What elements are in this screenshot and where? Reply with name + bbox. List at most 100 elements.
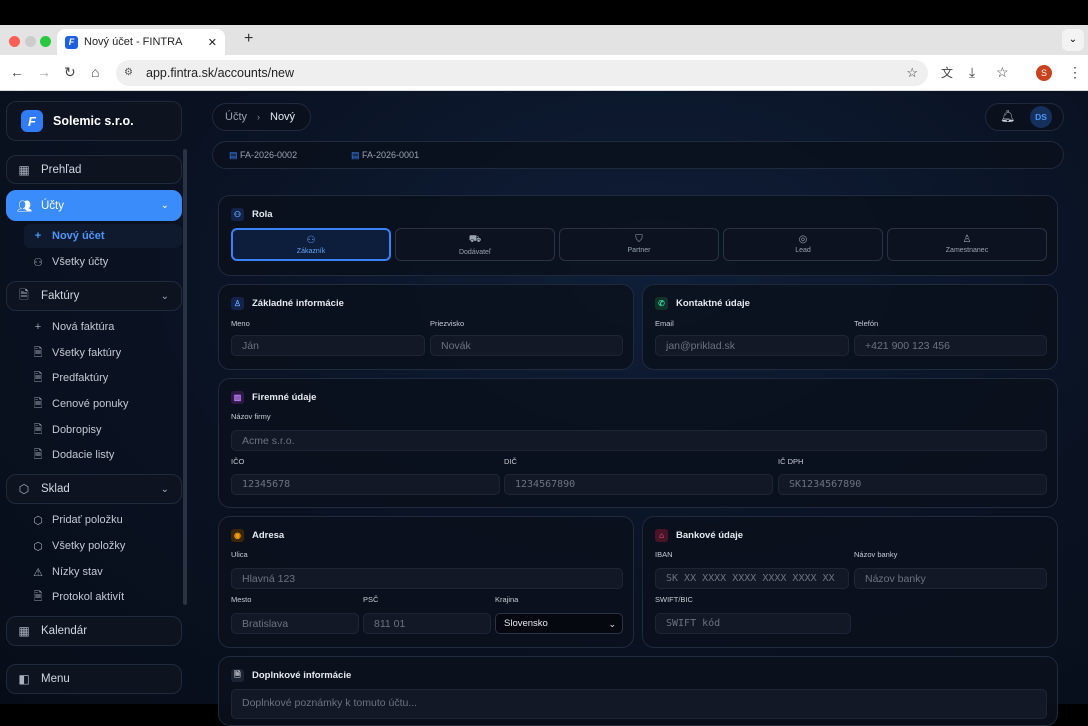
browser-tab[interactable]: F Nový účet - FINTRA ✕	[57, 29, 225, 55]
download-icon[interactable]: ⤓	[969, 64, 975, 81]
sidebar-item-accounts[interactable]: 👥︎Účty⌄	[6, 190, 182, 221]
bookmark-star-icon[interactable]: ☆	[906, 60, 918, 86]
sidebar-subitem-all-items[interactable]: ⬡Všetky položky	[24, 534, 182, 558]
recent-doc-tab[interactable]: ▤ FA-2026-0002	[229, 150, 297, 161]
breadcrumb-current: Nový	[270, 111, 295, 123]
role-label: Zákazník	[297, 248, 325, 255]
subitem-label: Všetky účty	[52, 256, 108, 268]
bank-title: ⌂Bankové údaje	[655, 529, 743, 542]
role-option-lead[interactable]: ◎Lead	[723, 228, 883, 261]
country-select[interactable]: Slovensko⌄	[495, 613, 623, 634]
last-name-input[interactable]: Novák	[430, 335, 623, 356]
user-avatar[interactable]: DS	[1030, 106, 1052, 128]
user-plus-icon: +	[32, 230, 44, 242]
city-input[interactable]: Bratislava	[231, 613, 359, 634]
header-actions: 🔔︎ DS	[985, 103, 1064, 131]
email-label: Email	[655, 319, 674, 328]
basic-info-title: ♙Základné informácie	[231, 297, 344, 310]
clipboard-icon: 🗎	[32, 588, 44, 607]
sidebar-menu-toggle[interactable]: ◧Menu	[6, 664, 182, 694]
back-icon[interactable]: ←	[10, 64, 24, 80]
profile-avatar[interactable]: S	[1036, 65, 1052, 81]
icdph-input[interactable]: SK1234567890	[778, 474, 1047, 495]
role-option-supplier[interactable]: ⛟Dodávateľ	[395, 228, 555, 261]
sidebar-subitem-quotes[interactable]: 🗎Cenové ponuky	[24, 392, 182, 416]
sidebar-item-stock[interactable]: ⬡Sklad⌄	[6, 474, 182, 504]
breadcrumb-accounts[interactable]: Účty	[225, 111, 247, 123]
package-plus-icon: ⬡	[32, 514, 44, 527]
tab-search-button[interactable]: ⌄	[1062, 29, 1084, 51]
ico-label: IČO	[231, 457, 244, 466]
subitem-label: Pridať položku	[52, 514, 123, 526]
ico-input[interactable]: 12345678	[231, 474, 500, 495]
company-title: ▥Firemné údaje	[231, 391, 316, 404]
swift-input[interactable]: SWIFT kód	[655, 613, 851, 634]
handshake-icon: ⛉	[560, 234, 718, 245]
company-switcher[interactable]: F Solemic s.r.o.	[6, 101, 182, 141]
street-label: Ulica	[231, 550, 248, 559]
sidebar-subitem-all-invoices[interactable]: 🗎Všetky faktúry	[24, 341, 182, 365]
menu-label: Menu	[41, 673, 70, 685]
dic-input[interactable]: 1234567890	[504, 474, 773, 495]
plus-icon: +	[32, 321, 44, 333]
company-logo-icon: F	[21, 110, 43, 132]
role-option-partner[interactable]: ⛉Partner	[559, 228, 719, 261]
close-tab-icon[interactable]: ✕	[208, 36, 217, 49]
sidebar-subitem-low-stock[interactable]: ⚠Nízky stav	[24, 560, 182, 584]
sidebar-subitem-activity-log[interactable]: 🗎Protokol aktivít	[24, 585, 182, 609]
sidebar-subitem-add-item[interactable]: ⬡ Pridať položku	[24, 508, 182, 532]
email-input[interactable]: jan@priklad.sk	[655, 335, 849, 356]
sidebar-subitem-new-invoice[interactable]: +Nová faktúra	[24, 315, 182, 339]
site-info-icon[interactable]: ⚙	[124, 60, 133, 86]
minimize-window-button[interactable]	[25, 36, 36, 47]
contact-card: ✆Kontaktné údaje Email Telefón jan@prikl…	[642, 284, 1058, 370]
sidebar-item-label: Sklad	[41, 483, 70, 495]
sidebar-scrollbar[interactable]	[183, 149, 187, 605]
sidebar-subitem-all-accounts[interactable]: ⚇Všetky účty	[24, 250, 182, 274]
maximize-window-button[interactable]	[40, 36, 51, 47]
users-icon: ⚇	[233, 235, 389, 246]
country-label: Krajina	[495, 595, 518, 604]
bookmarks-icon[interactable]: ☆	[996, 64, 1009, 81]
role-option-customer[interactable]: ⚇ Zákazník	[231, 228, 391, 261]
role-card: ⚇Rola ⚇Zákazník ⛟Dodávateľ ⛉Partner ◎Lea…	[218, 195, 1058, 276]
sidebar-item-overview[interactable]: ▦Prehľad	[6, 155, 182, 184]
card-title: Bankové údaje	[676, 530, 743, 541]
first-name-input[interactable]: Ján	[231, 335, 425, 356]
reload-icon[interactable]: ↻	[64, 64, 76, 81]
company-name-input[interactable]: Acme s.r.o.	[231, 430, 1047, 451]
basic-info-card: ♙Základné informácie Meno Priezvisko Ján…	[218, 284, 634, 370]
sidebar-subitem-new-account[interactable]: +Nový účet	[24, 224, 182, 248]
new-tab-button[interactable]: +	[244, 30, 253, 48]
phone-icon: ✆	[655, 297, 668, 310]
bell-icon[interactable]: 🔔︎	[1000, 109, 1015, 123]
street-input[interactable]: Hlavná 123	[231, 568, 623, 589]
bank-name-input[interactable]: Názov banky	[854, 568, 1047, 589]
sidebar-subitem-credit-notes[interactable]: 🗎Dobropisy	[24, 418, 182, 442]
phone-label: Telefón	[854, 319, 878, 328]
phone-input[interactable]: +421 900 123 456	[854, 335, 1047, 356]
iban-input[interactable]: SK XX XXXX XXXX XXXX XXXX XX	[655, 568, 849, 589]
sidebar-subitem-delivery-notes[interactable]: 🗎Dodacie listy	[24, 443, 182, 467]
app-root: F Solemic s.r.o. ▦Prehľad 👥︎Účty⌄ +Nový …	[0, 91, 1088, 704]
forward-icon[interactable]: →	[37, 64, 51, 80]
sidebar-item-calendar[interactable]: ▦Kalendár	[6, 616, 182, 646]
subitem-label: Nízky stav	[52, 566, 103, 578]
city-label: Mesto	[231, 595, 251, 604]
zip-input[interactable]: 811 01	[363, 613, 491, 634]
translate-icon[interactable]: 文	[941, 64, 953, 81]
role-option-employee[interactable]: ♙Zamestnanec	[887, 228, 1047, 261]
recent-doc-tab[interactable]: ▤ FA-2026-0001	[351, 150, 419, 161]
sidebar-subitem-proforma[interactable]: 🗎Predfaktúry	[24, 366, 182, 390]
home-icon[interactable]: ⌂	[91, 64, 99, 80]
dic-label: DIČ	[504, 457, 517, 466]
url-bar[interactable]: ⚙ app.fintra.sk/accounts/new ☆	[116, 60, 928, 86]
browser-menu-icon[interactable]: ⋮	[1068, 64, 1082, 81]
file-text-icon: 🗎	[231, 669, 244, 682]
close-window-button[interactable]	[9, 36, 20, 47]
sidebar-item-invoices[interactable]: 🗎Faktúry⌄	[6, 281, 182, 311]
chevron-down-icon: ⌄	[161, 484, 169, 495]
calendar-icon: ▦	[17, 624, 31, 638]
subitem-label: Predfaktúry	[52, 372, 108, 384]
notes-textarea[interactable]: Doplnkové poznámky k tomuto účtu...	[231, 689, 1047, 719]
